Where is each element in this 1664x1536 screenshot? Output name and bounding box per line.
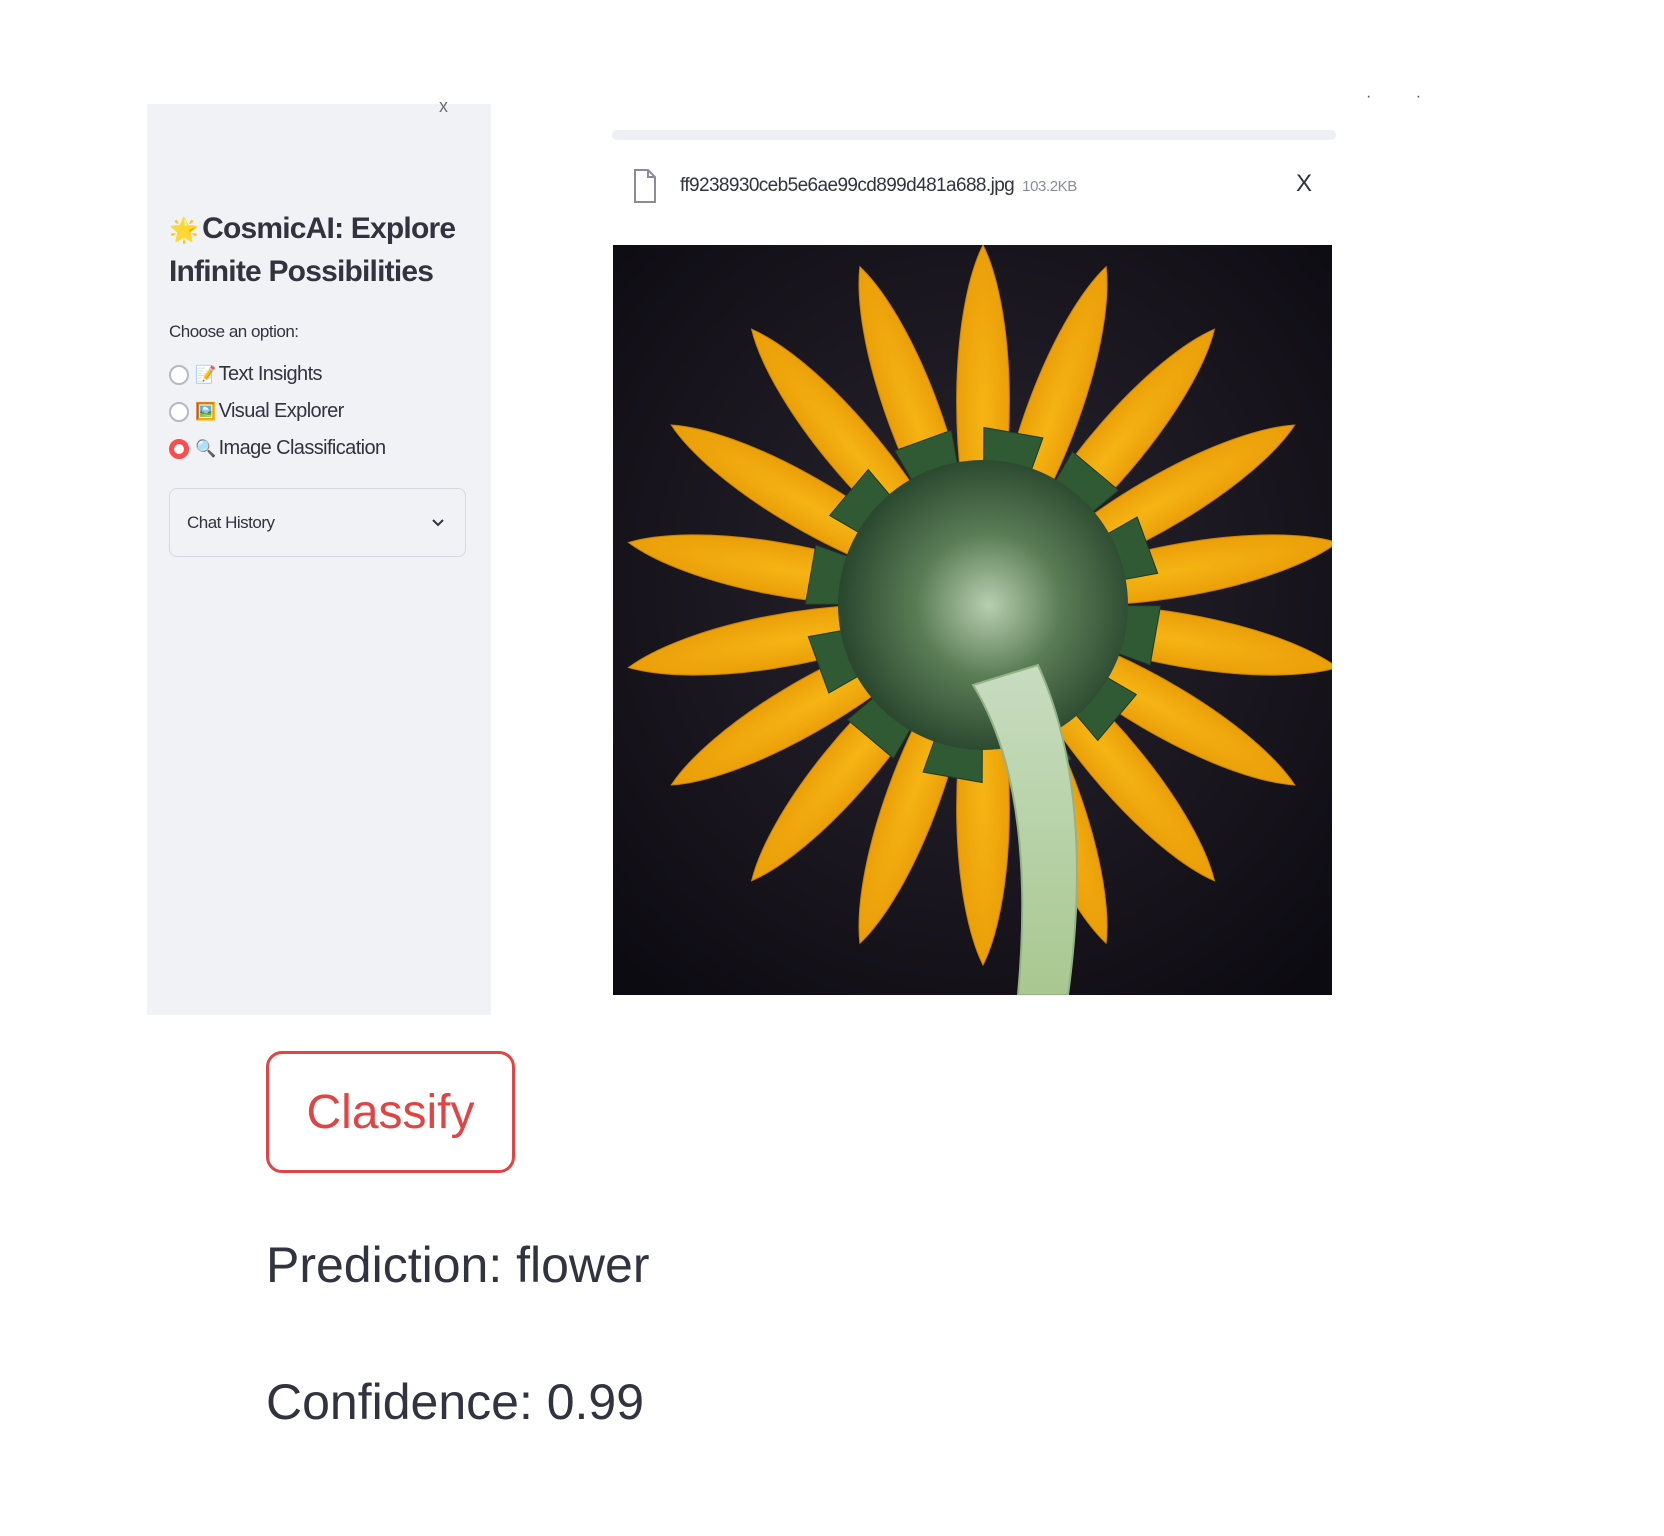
prediction-text: Prediction: flower (266, 1237, 650, 1293)
choose-option-label: Choose an option: (169, 322, 299, 341)
radio-circle[interactable] (169, 364, 189, 385)
toolbar-fragment: · · (1366, 88, 1442, 105)
chat-history-label: Chat History (187, 512, 275, 532)
classify-button[interactable]: Classify (266, 1051, 515, 1173)
memo-icon: 📝 (195, 364, 216, 384)
star-icon: 🌟 (169, 217, 199, 244)
uploaded-file-row: ff9238930ceb5e6ae99cd899d481a688.jpg 103… (632, 166, 1322, 206)
file-icon (634, 169, 656, 203)
radio-visual-explorer[interactable]: 🖼️ Visual Explorer (169, 393, 386, 430)
chat-history-expander[interactable]: Chat History (169, 488, 466, 557)
chevron-down-icon (432, 518, 444, 526)
app-title: 🌟 CosmicAI: Explore Infinite Possibilitie… (169, 208, 469, 292)
file-name: ff9238930ceb5e6ae99cd899d481a688.jpg (680, 175, 1015, 196)
radio-label: Visual Explorer (218, 400, 345, 422)
magnifier-icon: 🔍 (195, 438, 216, 458)
radio-image-classification[interactable]: 🔍 Image Classification (169, 430, 386, 467)
radio-circle[interactable] (169, 401, 189, 422)
app-page: · · x 🌟 CosmicAI: Explore Infinite Possib… (0, 0, 1664, 1536)
picture-icon: 🖼️ (195, 401, 216, 421)
radio-circle-selected[interactable] (169, 438, 189, 459)
file-size: 103.2KB (1022, 177, 1077, 195)
radio-text-insights[interactable]: 📝 Text Insights (169, 356, 386, 393)
sidebar: x 🌟 CosmicAI: Explore Infinite Possibilit… (147, 96, 491, 1015)
radio-label: Text Insights (218, 363, 323, 385)
option-radio-group: 📝 Text Insights 🖼️ Visual Explorer 🔍 Ima… (169, 356, 386, 467)
sidebar-close-icon[interactable]: x (439, 96, 448, 117)
uploaded-sunflower-image (613, 245, 1332, 995)
radio-label: Image Classification (218, 437, 387, 459)
sunflower-illustration (613, 245, 1332, 995)
confidence-text: Confidence: 0.99 (266, 1374, 645, 1430)
remove-file-close-icon[interactable]: X (1296, 170, 1312, 198)
app-title-text: CosmicAI: Explore Infinite Possibilities (169, 212, 456, 288)
uploader-dropzone-edge (612, 130, 1336, 140)
